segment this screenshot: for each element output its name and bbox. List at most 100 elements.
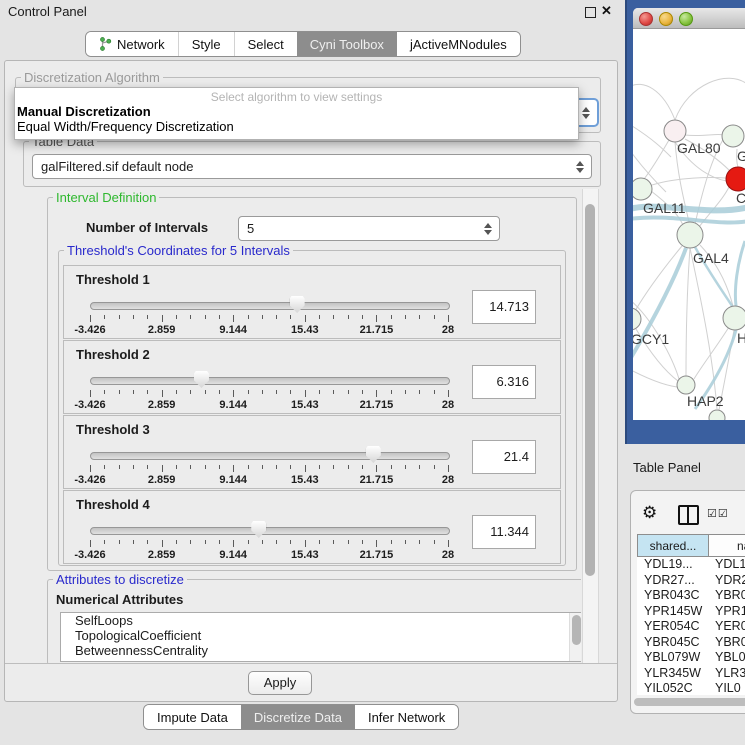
node-label: HAP2: [687, 393, 724, 409]
slider-ticks: [90, 315, 448, 323]
tab-network[interactable]: Network: [86, 32, 178, 56]
table-row[interactable]: YDL19...YDL1: [637, 557, 745, 573]
threshold-value-field[interactable]: 11.344: [472, 515, 536, 549]
table-cell: YBR0: [709, 588, 745, 604]
slider-handle[interactable]: [194, 371, 209, 388]
tab-label: Network: [117, 37, 165, 52]
tab-discretize-data[interactable]: Discretize Data: [241, 705, 355, 729]
checkbox-icons[interactable]: ☑☑: [707, 507, 729, 520]
network-node-h[interactable]: [723, 306, 745, 330]
network-node-gal80[interactable]: [664, 120, 686, 142]
tab-select[interactable]: Select: [234, 32, 297, 56]
threshold-value-field[interactable]: 6.316: [472, 365, 536, 399]
dropdown-hint: Select algorithm to view settings: [15, 88, 578, 104]
threshold-slider[interactable]: -3.4262.8599.14415.4321.71528: [90, 369, 448, 411]
attribute-list-item[interactable]: TopologicalCoefficient: [61, 628, 581, 643]
table-row[interactable]: YBR045CYBR0: [637, 635, 745, 651]
attribute-list-item[interactable]: SelfLoops: [61, 613, 581, 628]
table-row[interactable]: YIL052CYIL0: [637, 681, 745, 695]
table-row[interactable]: YPR145WYPR1: [637, 604, 745, 620]
table-row[interactable]: YLR345WYLR3: [637, 666, 745, 682]
table-data-combobox[interactable]: galFiltered.sif default node: [32, 154, 592, 179]
close-icon[interactable]: ✕: [601, 3, 612, 19]
number-of-intervals-combobox[interactable]: 5: [238, 216, 500, 241]
network-node-gal11[interactable]: [633, 178, 652, 200]
network-window: GAL80GACGAL11GAL4GCY1HHAP2: [633, 8, 745, 420]
threshold-slider[interactable]: -3.4262.8599.14415.4321.71528: [90, 294, 448, 336]
tab-jactivemnodules[interactable]: jActiveMNodules: [397, 32, 520, 56]
table-cell: YBR043C: [637, 588, 709, 604]
table-row[interactable]: YER054CYER0: [637, 619, 745, 635]
table-panel: ⚙ ☑☑ shared... na YDL19...YDL1YDR27...YD…: [630, 490, 745, 714]
tab-cyni-toolbox[interactable]: Cyni Toolbox: [297, 32, 397, 56]
column-header-name[interactable]: na: [709, 534, 745, 557]
combo-stepper-icon: [576, 161, 584, 173]
tab-label: Infer Network: [368, 710, 445, 725]
table-cell: YBL079W: [637, 650, 709, 666]
slider-ticks: [90, 540, 448, 548]
scrollbar-thumb[interactable]: [585, 204, 595, 576]
numerical-attributes-label: Numerical Attributes: [56, 592, 183, 607]
group-title: Discretization Algorithm: [21, 70, 163, 85]
table-cell: YIL0: [709, 681, 745, 695]
threshold-slider[interactable]: -3.4262.8599.14415.4321.71528: [90, 519, 448, 561]
threshold-slider[interactable]: -3.4262.8599.14415.4321.71528: [90, 444, 448, 486]
tab-style[interactable]: Style: [178, 32, 234, 56]
slider-track[interactable]: [90, 302, 450, 310]
slider-handle[interactable]: [251, 521, 266, 538]
slider-track[interactable]: [90, 452, 450, 460]
slider-handle[interactable]: [290, 296, 305, 313]
node-label: GA: [737, 148, 745, 164]
network-node-ga[interactable]: [722, 125, 744, 147]
network-node[interactable]: [709, 410, 725, 420]
network-node-hap2[interactable]: [677, 376, 695, 394]
table-cell: YBR045C: [637, 635, 709, 651]
network-node-gal4[interactable]: [677, 222, 703, 248]
apply-button[interactable]: Apply: [248, 671, 312, 695]
float-window-icon[interactable]: [585, 7, 596, 18]
table-data-group: Table Data galFiltered.sif default node: [23, 141, 601, 187]
algorithm-dropdown-popup: Select algorithm to view settings Manual…: [14, 87, 579, 140]
numerical-attributes-list[interactable]: SelfLoopsTopologicalCoefficientBetweenne…: [60, 612, 581, 662]
slider-scale-labels: -3.4262.8599.14415.4321.71528: [90, 549, 448, 561]
network-graph: GAL80GACGAL11GAL4GCY1HHAP2: [633, 29, 745, 420]
threshold-value-field[interactable]: 21.4: [472, 440, 536, 474]
network-node-gcy1[interactable]: [633, 308, 641, 330]
tab-infer-network[interactable]: Infer Network: [355, 705, 458, 729]
list-scrollbar[interactable]: [569, 613, 581, 661]
tab-label: jActiveMNodules: [410, 37, 507, 52]
threshold-value-field[interactable]: 14.713: [472, 290, 536, 324]
table-row[interactable]: YBR043CYBR0: [637, 588, 745, 604]
table-cell: YDR2: [709, 573, 745, 589]
gear-icon[interactable]: ⚙: [642, 503, 657, 523]
dropdown-item-manual-discretization[interactable]: Manual Discretization: [15, 104, 578, 119]
table-row[interactable]: YDR27...YDR2: [637, 573, 745, 589]
dropdown-item-equal-width[interactable]: Equal Width/Frequency Discretization: [15, 119, 578, 134]
slider-track[interactable]: [90, 377, 450, 385]
tab-impute-data[interactable]: Impute Data: [144, 705, 241, 729]
table-horizontal-scrollbar[interactable]: [634, 698, 745, 706]
close-traffic-light[interactable]: [639, 12, 653, 26]
slider-handle[interactable]: [366, 446, 381, 463]
panel-scrollbar[interactable]: [582, 189, 599, 664]
threshold-panel-1: Threshold 1 -3.4262.8599.14415.4321.71528…: [63, 265, 561, 339]
group-title: Threshold's Coordinates for 5 Intervals: [64, 243, 293, 258]
table-cell: YER0: [709, 619, 745, 635]
network-graph-icon: [99, 37, 112, 51]
table-row[interactable]: YBL079WYBL0: [637, 650, 745, 666]
table-cell: YBR0: [709, 635, 745, 651]
zoom-traffic-light[interactable]: [679, 12, 693, 26]
network-node-c[interactable]: [726, 167, 745, 191]
column-header-shared-name[interactable]: shared...: [637, 534, 709, 557]
minimize-traffic-light[interactable]: [659, 12, 673, 26]
attribute-list-item[interactable]: BetweennessCentrality: [61, 643, 581, 658]
node-label: GAL4: [693, 250, 729, 266]
network-canvas[interactable]: GAL80GACGAL11GAL4GCY1HHAP2: [633, 29, 745, 420]
threshold-panel-3: Threshold 3-3.4262.8599.14415.4321.71528…: [63, 415, 561, 489]
slider-track[interactable]: [90, 527, 450, 535]
group-title: Interval Definition: [53, 190, 159, 205]
thresholds-group: Threshold's Coordinates for 5 Intervals …: [58, 250, 566, 566]
threshold-label: Threshold 1: [76, 272, 150, 287]
split-columns-icon[interactable]: [678, 505, 699, 525]
number-of-intervals-label: Number of Intervals: [86, 220, 208, 235]
